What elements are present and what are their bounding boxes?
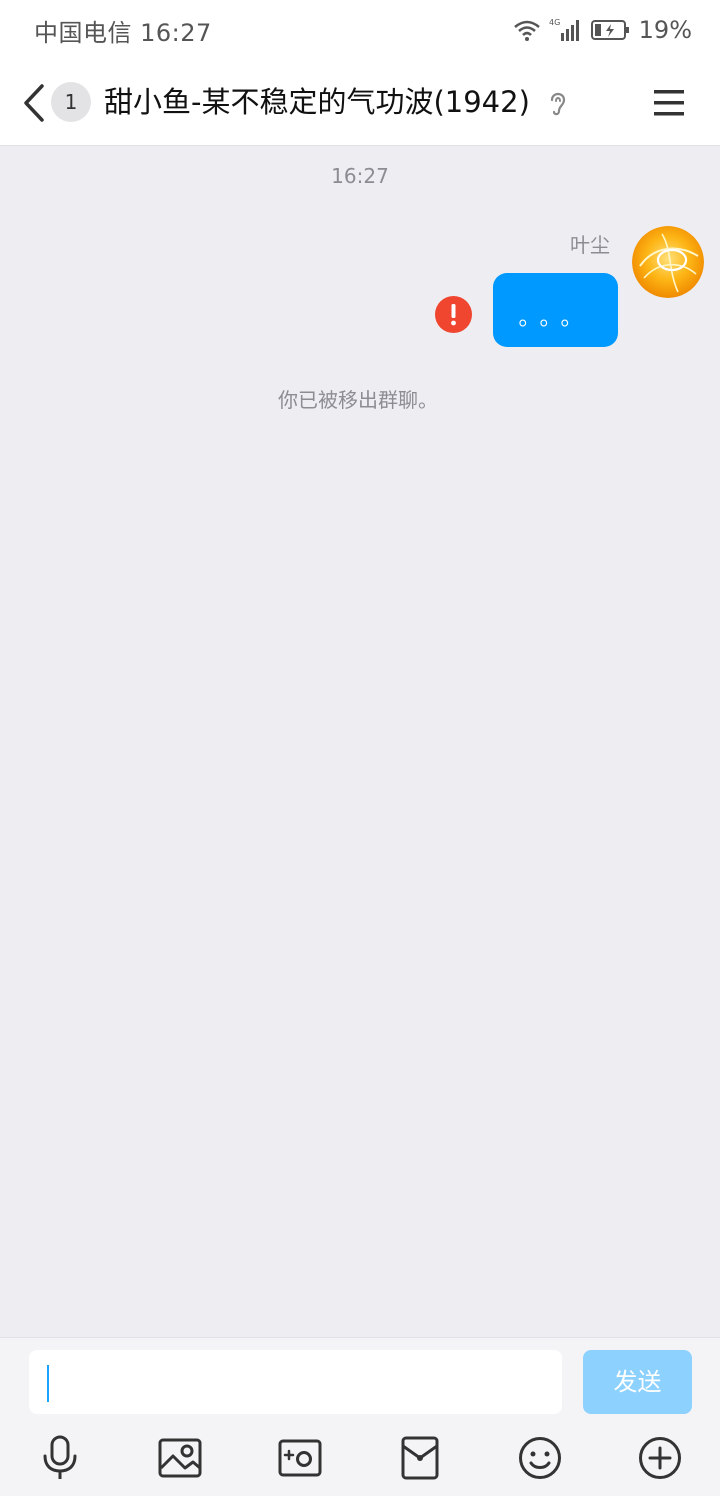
message-timestamp: 16:27 [331, 164, 389, 188]
message-bubble[interactable]: 。。。 [493, 273, 618, 347]
wifi-icon [513, 18, 541, 42]
signal-icon: 4G [549, 17, 583, 43]
back-button[interactable] [20, 82, 50, 124]
microphone-icon[interactable] [37, 1434, 83, 1482]
chat-header: 1 甜小鱼-某不稳定的气功波(1942) [0, 60, 720, 146]
status-indicators: 4G 19% [513, 16, 692, 44]
menu-icon[interactable] [652, 88, 688, 118]
camera-icon[interactable] [277, 1434, 323, 1482]
ear-icon[interactable] [546, 88, 570, 118]
input-toolbar [0, 1434, 720, 1494]
message-input[interactable] [29, 1350, 562, 1414]
input-area: 发送 [0, 1337, 720, 1496]
red-packet-icon[interactable] [397, 1434, 443, 1482]
image-icon[interactable] [157, 1434, 203, 1482]
unread-count-badge[interactable]: 1 [51, 82, 91, 122]
system-notice: 你已被移出群聊。 [278, 388, 438, 412]
battery-level: 19% [638, 16, 692, 44]
status-bar: 中国电信 16:27 4G 19% [0, 0, 720, 60]
carrier-time: 中国电信 16:27 [34, 18, 212, 47]
sender-name: 叶尘 [570, 233, 610, 257]
network-type: 4G [549, 18, 560, 27]
plus-icon[interactable] [637, 1434, 683, 1482]
text-caret [47, 1365, 49, 1402]
chat-title: 甜小鱼-某不稳定的气功波(1942) [104, 85, 530, 119]
emoji-icon[interactable] [517, 1434, 563, 1482]
battery-icon [590, 19, 631, 41]
chevron-left-icon [24, 84, 44, 122]
send-failed-icon[interactable] [435, 296, 472, 333]
avatar[interactable] [632, 226, 704, 298]
send-button[interactable]: 发送 [583, 1350, 692, 1414]
